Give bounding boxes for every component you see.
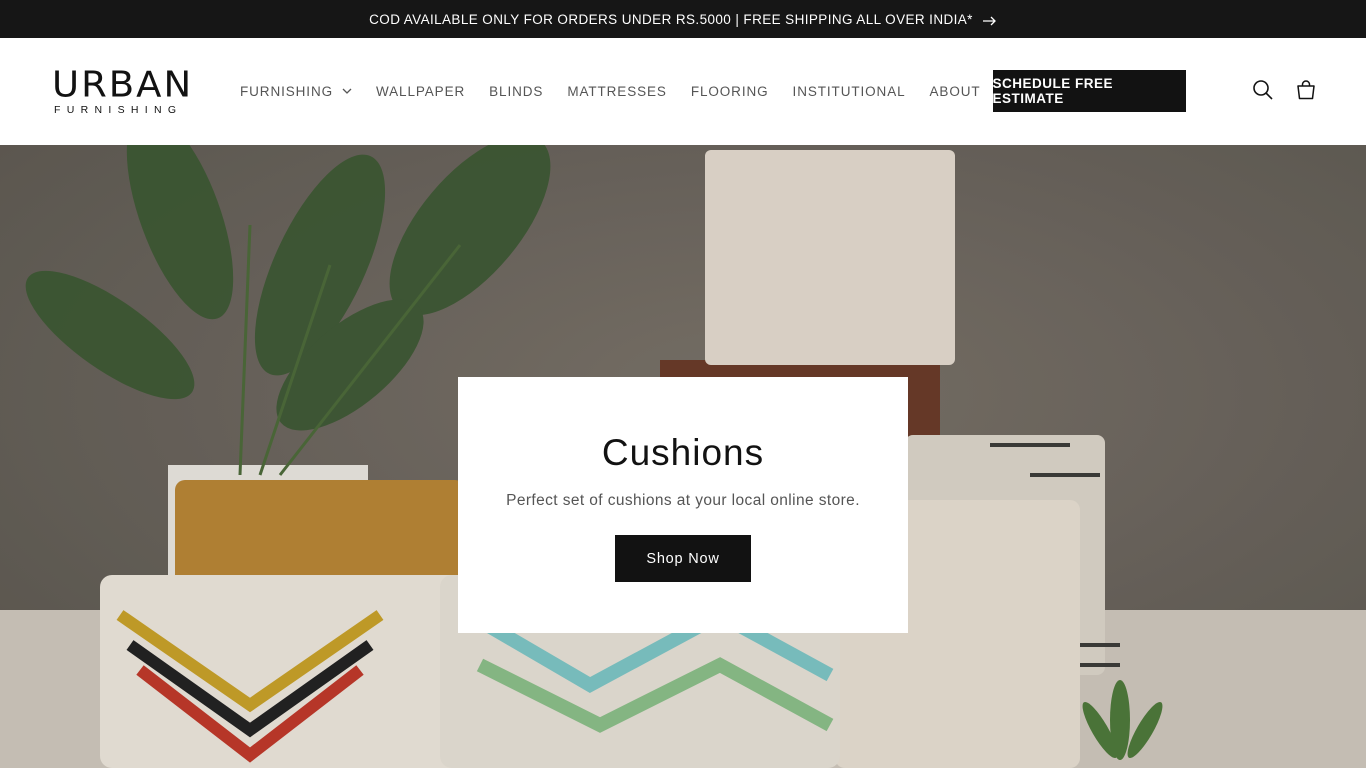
nav-item-label: INSTITUTIONAL — [792, 83, 906, 99]
cart-icon[interactable] — [1294, 78, 1318, 102]
nav-item-institutional[interactable]: INSTITUTIONAL — [793, 84, 906, 99]
arrow-right-icon[interactable] — [982, 14, 997, 26]
nav-item-label: FURNISHING — [240, 83, 333, 99]
site-header: URBAN FURNISHING FURNISHING WALLPAPER BL… — [0, 38, 1366, 145]
nav-item-wallpaper[interactable]: WALLPAPER — [376, 84, 465, 99]
shop-now-button[interactable]: Shop Now — [615, 535, 751, 582]
hero-banner: Cushions Perfect set of cushions at your… — [0, 145, 1366, 768]
nav-item-about[interactable]: ABOUT — [930, 84, 981, 99]
hero-title: Cushions — [601, 432, 765, 473]
main-nav: FURNISHING WALLPAPER BLINDS MATTRESSES F… — [240, 70, 1186, 112]
nav-item-flooring[interactable]: FLOORING — [691, 84, 769, 99]
nav-item-label: WALLPAPER — [376, 83, 466, 99]
logo-word: URBAN — [52, 64, 194, 105]
nav-item-label: FLOORING — [690, 83, 769, 99]
announcement-bar[interactable]: COD AVAILABLE ONLY FOR ORDERS UNDER RS.5… — [0, 0, 1366, 38]
search-icon[interactable] — [1251, 78, 1275, 102]
nav-item-mattresses[interactable]: MATTRESSES — [567, 84, 667, 99]
nav-item-label: ABOUT — [929, 83, 981, 99]
nav-item-label: MATTRESSES — [567, 83, 667, 99]
schedule-estimate-button[interactable]: SCHEDULE FREE ESTIMATE — [992, 70, 1186, 112]
nav-item-label: BLINDS — [489, 83, 544, 99]
logo[interactable]: URBAN FURNISHING — [52, 66, 202, 116]
announcement-text: COD AVAILABLE ONLY FOR ORDERS UNDER RS.5… — [369, 11, 973, 27]
chevron-down-icon — [342, 88, 352, 94]
logo-subtitle: FURNISHING — [54, 104, 183, 116]
hero-card: Cushions Perfect set of cushions at your… — [458, 377, 908, 633]
hero-subtitle: Perfect set of cushions at your local on… — [506, 492, 860, 509]
nav-item-furnishing[interactable]: FURNISHING — [240, 84, 352, 99]
nav-item-blinds[interactable]: BLINDS — [489, 84, 543, 99]
